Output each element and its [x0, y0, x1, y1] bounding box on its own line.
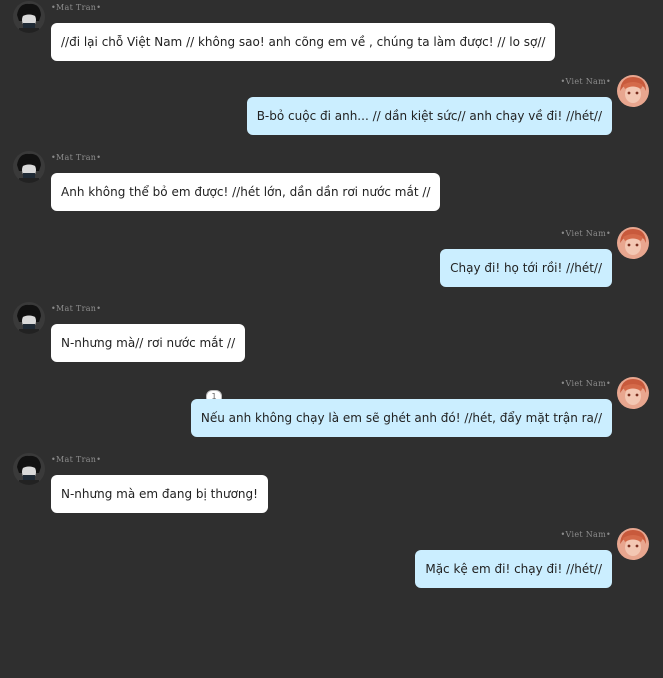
avatar-viet-nam[interactable] [617, 528, 649, 560]
avatar-mat-tran[interactable] [13, 1, 45, 33]
message-bubble[interactable]: Anh không thể bỏ em được! //hét lớn, dần… [51, 173, 441, 211]
sender-name: •Viet Nam• [560, 530, 611, 539]
message-bubble[interactable]: N-nhưng mà// rơi nước mắt // [51, 324, 246, 362]
avatar-mat-tran[interactable] [13, 302, 45, 334]
avatar-viet-nam[interactable] [617, 377, 649, 409]
sender-name: •Mat Tran• [51, 153, 102, 162]
sender-name: •Mat Tran• [51, 455, 102, 464]
avatar-viet-nam[interactable] [617, 227, 649, 259]
sender-name: •Mat Tran• [51, 3, 102, 12]
sender-name: •Viet Nam• [560, 77, 611, 86]
message-bubble[interactable]: Chạy đi! họ tới rồi! //hét// [440, 249, 612, 287]
message-bubble[interactable]: N-nhưng mà em đang bị thương! [51, 475, 268, 513]
message-bubble[interactable]: //đi lại chỗ Việt Nam // không sao! anh … [51, 23, 556, 61]
chat-thread: •Mat Tran• //đi lại chỗ Việt Nam // khôn… [0, 0, 663, 600]
sender-name: •Mat Tran• [51, 304, 102, 313]
sender-name: •Viet Nam• [560, 229, 611, 238]
message-row: •Viet Nam• Mặc kệ em đi! chạy đi! //hét/… [0, 528, 663, 678]
message-bubble[interactable]: B-bỏ cuộc đi anh... // dần kiệt sức// an… [246, 97, 612, 135]
sender-name: •Viet Nam• [560, 379, 611, 388]
avatar-mat-tran[interactable] [13, 151, 45, 183]
message-bubble[interactable]: Nếu anh không chạy là em sẽ ghét anh đó!… [190, 399, 612, 437]
avatar-viet-nam[interactable] [617, 75, 649, 107]
avatar-mat-tran[interactable] [13, 453, 45, 485]
message-bubble[interactable]: Mặc kệ em đi! chạy đi! //hét// [415, 550, 612, 588]
